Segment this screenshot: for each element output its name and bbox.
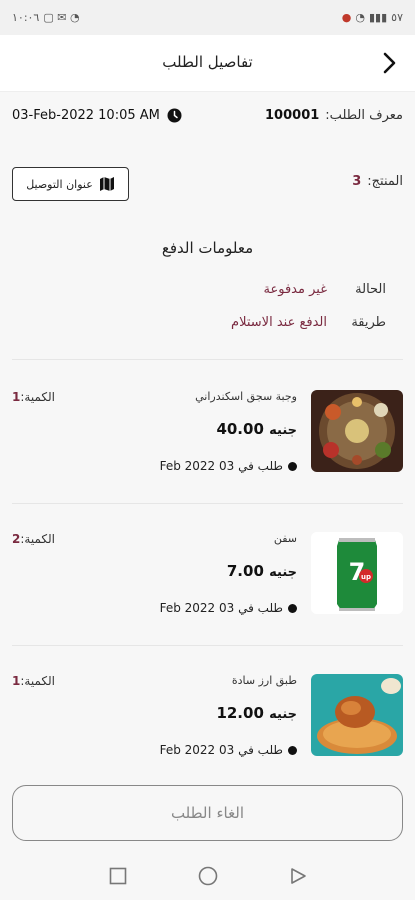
bullet-icon <box>288 745 297 755</box>
order-datetime: 03-Feb-2022 10:05 AM <box>12 108 160 123</box>
quantity-label: الكمية: <box>20 674 56 688</box>
item-name: سفن <box>273 532 297 545</box>
recents-button[interactable] <box>107 865 129 887</box>
svg-text:up: up <box>361 573 371 581</box>
price-value: 12.00 <box>216 704 264 722</box>
food-platter-icon <box>311 390 403 472</box>
item-date: طلب في 03 Feb 2022 <box>160 459 297 473</box>
divider <box>12 359 403 360</box>
item-price: جنيه 7.00 <box>227 562 297 580</box>
item-price: جنيه 12.00 <box>216 704 297 722</box>
status-bar: ١٠:٠٦ ▢ ✉ ◔ ● ◔ ▮▮▮ ٥٧ <box>0 0 415 35</box>
currency-label: جنيه <box>269 707 297 722</box>
currency-label: جنيه <box>269 423 297 438</box>
item-image <box>311 390 403 472</box>
item-price: جنيه 40.00 <box>216 420 297 438</box>
wifi-icon: ◔ <box>355 11 365 24</box>
bullet-icon <box>288 603 297 613</box>
home-button[interactable] <box>197 865 219 887</box>
divider <box>12 503 403 504</box>
item-quantity: الكمية:1 <box>12 674 55 688</box>
order-id-row: معرف الطلب: 100001 <box>265 108 403 123</box>
date-text: طلب في 03 Feb 2022 <box>159 601 283 615</box>
status-left: ١٠:٠٦ ▢ ✉ ◔ <box>12 11 80 24</box>
payment-status-value: غير مدفوعة <box>263 282 327 297</box>
chicken-rice-icon <box>311 674 403 756</box>
products-count: 3 <box>352 174 362 189</box>
item-quantity: الكمية:1 <box>12 390 55 404</box>
quantity-label: الكمية: <box>20 532 56 546</box>
back-button[interactable] <box>379 51 399 75</box>
battery-saver-icon: ● <box>341 11 352 24</box>
divider <box>12 645 403 646</box>
clock-icon <box>167 108 182 123</box>
item-name: وجبة سجق اسكندراني <box>195 390 297 403</box>
order-id-value: 100001 <box>265 108 320 123</box>
date-text: طلب في 03 Feb 2022 <box>159 459 283 473</box>
item-image <box>311 674 403 756</box>
order-details: معرف الطلب: 100001 03-Feb-2022 10:05 AM … <box>0 92 415 852</box>
price-value: 40.00 <box>216 420 264 438</box>
order-item[interactable]: 7 up سفن الكمية:2 جنيه 7.00 طلب في 03 Fe… <box>0 518 415 661</box>
triangle-icon <box>290 868 306 884</box>
products-row: المنتج: 3 <box>352 174 403 189</box>
circle-icon <box>198 866 217 886</box>
bullet-icon <box>288 461 297 471</box>
order-id-label: معرف الطلب: <box>325 108 403 123</box>
status-right: ● ◔ ▮▮▮ ٥٧ <box>342 11 403 24</box>
products-label: المنتج: <box>367 174 403 189</box>
item-name: طبق ارز سادة <box>231 674 297 687</box>
square-icon <box>109 867 126 885</box>
date-text: طلب في 03 Feb 2022 <box>159 743 283 757</box>
quantity-label: الكمية: <box>20 390 56 404</box>
delivery-address-label: عنوان التوصيل <box>26 177 93 191</box>
order-item[interactable]: وجبة سجق اسكندراني الكمية:1 جنيه 40.00 ط… <box>0 376 415 519</box>
clock: ١٠:٠٦ <box>12 11 40 24</box>
item-date: طلب في 03 Feb 2022 <box>160 743 297 757</box>
payment-status-label: الحالة <box>355 282 386 297</box>
app-bar: تفاصيل الطلب <box>0 35 415 92</box>
payment-title: معلومات الدفع <box>161 239 254 257</box>
soda-can-icon: 7 up <box>311 532 403 614</box>
order-datetime-row: 03-Feb-2022 10:05 AM <box>12 108 182 123</box>
item-quantity: الكمية:2 <box>12 532 55 546</box>
payment-method-label: طريقة <box>351 315 386 330</box>
price-value: 7.00 <box>226 562 264 580</box>
map-icon <box>99 177 114 191</box>
payment-method-value: الدفع عند الاستلام <box>231 315 327 330</box>
system-nav-bar <box>0 852 415 900</box>
back-nav-button[interactable] <box>287 865 309 887</box>
currency-label: جنيه <box>269 565 297 580</box>
notification-icons: ▢ ✉ ◔ <box>43 11 80 24</box>
item-image: 7 up <box>311 532 403 614</box>
item-date: طلب في 03 Feb 2022 <box>160 601 297 615</box>
cancel-order-button[interactable]: الغاء الطلب <box>12 785 403 841</box>
page-title: تفاصيل الطلب <box>162 53 253 71</box>
signal-icon: ▮▮▮ <box>369 11 388 24</box>
order-item[interactable]: طبق ارز سادة الكمية:1 جنيه 12.00 طلب في … <box>0 660 415 803</box>
battery-level: ٥٧ <box>391 11 403 24</box>
delivery-address-button[interactable]: عنوان التوصيل <box>12 167 129 201</box>
chevron-right-icon <box>383 52 396 74</box>
